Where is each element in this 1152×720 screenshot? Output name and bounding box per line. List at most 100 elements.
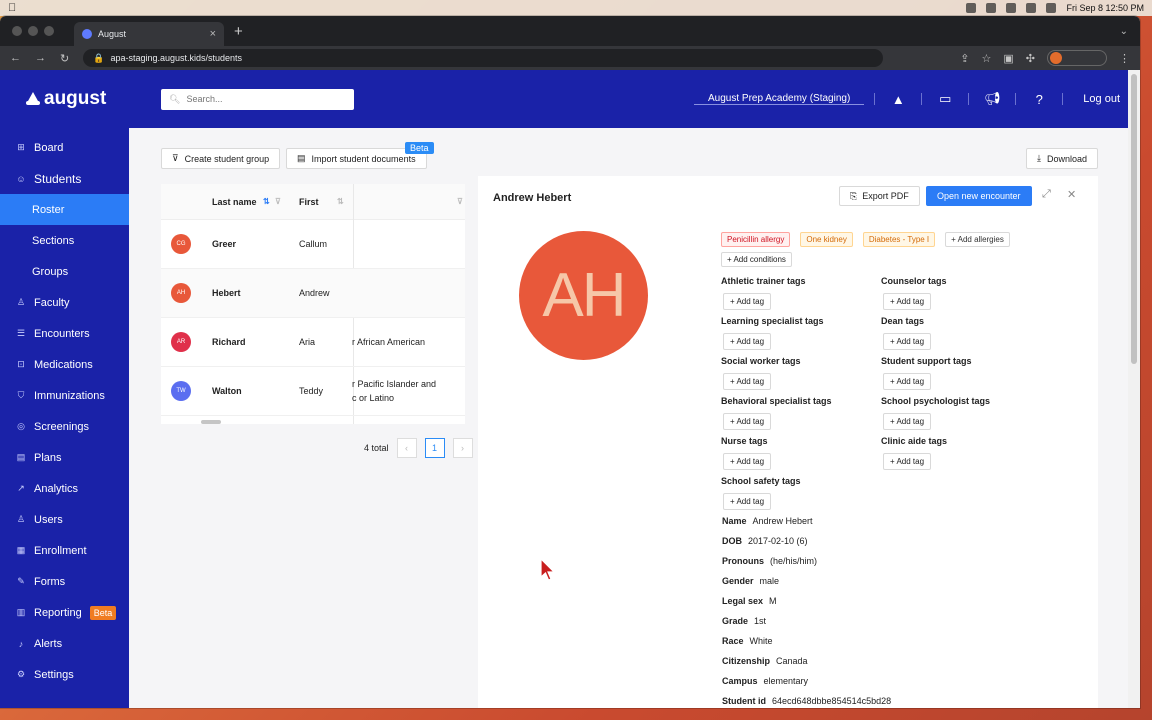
add-tag-button[interactable]: + Add tag <box>723 293 772 310</box>
search-icon[interactable] <box>1046 3 1057 13</box>
add-tag-button[interactable]: + Add tag <box>883 373 932 390</box>
open-new-encounter-button[interactable]: Open new encounter <box>926 186 1032 206</box>
sidebar-item-enrollment[interactable]: ▦ Enrollment <box>0 535 129 566</box>
new-tab-icon[interactable]: + <box>234 23 243 40</box>
add-tag-button[interactable]: + Add tag <box>723 413 772 430</box>
add-tag-button[interactable]: + Add tag <box>723 373 772 390</box>
apps-icon[interactable]: ▲ <box>885 92 911 107</box>
sidebar-item-faculty[interactable]: ♙ Faculty <box>0 287 129 318</box>
sidebar-item-forms[interactable]: ✎ Forms <box>0 566 129 597</box>
wifi-icon[interactable] <box>1026 3 1037 13</box>
puzzle-icon[interactable]: ✣ <box>1026 52 1035 65</box>
allergy-chip[interactable]: Penicillin allergy <box>721 232 791 247</box>
sort-icon[interactable]: ⇅ <box>337 197 344 206</box>
add-tag-button[interactable]: + Add tag <box>883 453 932 470</box>
school-selector[interactable]: August Prep Academy (Staging) <box>693 93 865 105</box>
sidebar-item-screenings[interactable]: ◎ Screenings <box>0 411 129 442</box>
reload-icon[interactable]: ↻ <box>60 52 69 65</box>
forward-icon[interactable]: → <box>35 52 46 64</box>
sidebar-item-label: Encounters <box>34 327 90 340</box>
august-logo[interactable]: august <box>0 88 129 110</box>
table-row[interactable]: AH Hebert Andrew <box>161 269 465 318</box>
tag-group: Learning specialist tags + Add tag <box>721 316 881 350</box>
button-label: Add tag <box>896 377 925 386</box>
expand-icon[interactable]: ⤢ <box>1042 188 1051 201</box>
sidebar-item-label: Alerts <box>34 637 63 650</box>
table-row[interactable]: TW Walton Teddy r Pacific Islander and c… <box>161 367 465 416</box>
back-icon[interactable]: ← <box>10 52 21 64</box>
monitor-icon[interactable]: ▭ <box>932 91 958 107</box>
sidebar-item-sections[interactable]: Sections <box>0 225 129 256</box>
sort-icon[interactable]: ⇅ <box>263 197 270 206</box>
next-page-button[interactable]: › <box>452 438 473 458</box>
horizontal-scrollbar[interactable] <box>201 420 221 424</box>
sidebar: ⊞ Board ☺ Students Roster Sections Groups … <box>0 128 129 708</box>
sidebar-item-encounters[interactable]: ☰ Encounters <box>0 318 129 349</box>
sidebar-item-board[interactable]: ⊞ Board <box>0 132 129 163</box>
sidebar-item-plans[interactable]: ▤ Plans <box>0 442 129 473</box>
apple-icon[interactable]:  <box>8 2 16 14</box>
condition-chip[interactable]: One kidney <box>800 232 853 247</box>
sidebar-item-medications[interactable]: ⊡ Medications <box>0 349 129 380</box>
add-tag-button[interactable]: + Add tag <box>723 333 772 350</box>
prev-page-button[interactable]: ‹ <box>396 438 417 458</box>
lock-icon: 🔒 <box>93 52 105 63</box>
table-row[interactable]: CG Greer Callum <box>161 220 465 269</box>
page-button[interactable]: 1 <box>424 438 445 458</box>
sidebar-item-analytics[interactable]: ↗ Analytics <box>0 473 129 504</box>
profile-button[interactable] <box>1047 50 1107 66</box>
add-tag-button[interactable]: + Add tag <box>883 333 932 350</box>
status-icon[interactable] <box>986 3 997 13</box>
url-field[interactable]: 🔒 apa-staging.august.kids/students <box>83 49 884 67</box>
table-row[interactable]: AR Richard Aria r African American <box>161 318 465 367</box>
column-header-last-name[interactable]: Last name <box>212 197 257 207</box>
help-icon[interactable]: ? <box>1026 92 1052 107</box>
battery-icon[interactable] <box>1006 3 1017 13</box>
megaphone-icon[interactable]: 📢︎ <box>979 91 1005 107</box>
beta-badge: Beta <box>89 605 117 620</box>
add-tag-button[interactable]: + Add tag <box>883 413 932 430</box>
close-tab-icon[interactable]: × <box>210 28 216 40</box>
add-tag-button[interactable]: + Add tag <box>723 493 772 510</box>
button-label: Add tag <box>896 337 925 346</box>
column-header-first[interactable]: First <box>299 197 319 207</box>
export-pdf-button[interactable]: ⎘ Export PDF <box>839 186 920 206</box>
extension-icon[interactable]: ▣ <box>1003 52 1013 65</box>
add-tag-button[interactable]: + Add tag <box>723 453 772 470</box>
sidebar-item-groups[interactable]: Groups <box>0 256 129 287</box>
sidebar-item-reporting[interactable]: ▥ Reporting Beta <box>0 597 129 628</box>
chevron-down-icon[interactable]: ⌄ <box>1120 26 1128 37</box>
info-value: 1st <box>754 616 767 626</box>
search-box[interactable]: 🔍︎ <box>161 88 354 110</box>
board-icon: ⊞ <box>17 142 25 152</box>
search-input[interactable] <box>186 94 337 104</box>
filter-icon[interactable]: ⊽ <box>275 197 281 206</box>
page-scrollbar[interactable] <box>1128 70 1140 708</box>
sidebar-item-alerts[interactable]: ♪ Alerts <box>0 628 129 659</box>
sidebar-item-immunizations[interactable]: ⛉ Immunizations <box>0 380 129 411</box>
browser-tab[interactable]: August × <box>74 22 224 46</box>
filter-icon[interactable]: ⊽ <box>457 197 463 206</box>
add-conditions-button[interactable]: + Add conditions <box>721 252 792 267</box>
maximize-window-button[interactable] <box>44 26 54 36</box>
close-window-button[interactable] <box>12 26 22 36</box>
create-student-group-button[interactable]: ⊽ Create student group <box>161 148 281 169</box>
download-button[interactable]: ⤓ Download <box>1025 148 1098 169</box>
sidebar-item-settings[interactable]: ⚙ Settings <box>0 659 129 690</box>
close-icon[interactable]: ✕ <box>1067 188 1076 201</box>
sidebar-item-roster[interactable]: Roster <box>0 194 129 225</box>
info-student-id: Student id 64ecd648dbbe854514c5bd28 <box>722 696 891 706</box>
button-label: Add allergies <box>957 235 1004 244</box>
minimize-window-button[interactable] <box>28 26 38 36</box>
sidebar-item-students[interactable]: ☺ Students <box>0 163 129 194</box>
bookmark-star-icon[interactable]: ☆ <box>982 52 992 65</box>
scrollbar-thumb[interactable] <box>1131 74 1137 364</box>
status-icon[interactable] <box>966 3 977 13</box>
menubar-clock[interactable]: Fri Sep 8 12:50 PM <box>1066 3 1144 13</box>
condition-chip[interactable]: Diabetes - Type I <box>862 232 936 247</box>
share-icon[interactable]: ⇪ <box>960 52 969 65</box>
sidebar-item-users[interactable]: ♙ Users <box>0 504 129 535</box>
add-allergies-button[interactable]: + Add allergies <box>945 232 1010 247</box>
menu-icon[interactable]: ⋮ <box>1119 52 1130 65</box>
add-tag-button[interactable]: + Add tag <box>883 293 932 310</box>
